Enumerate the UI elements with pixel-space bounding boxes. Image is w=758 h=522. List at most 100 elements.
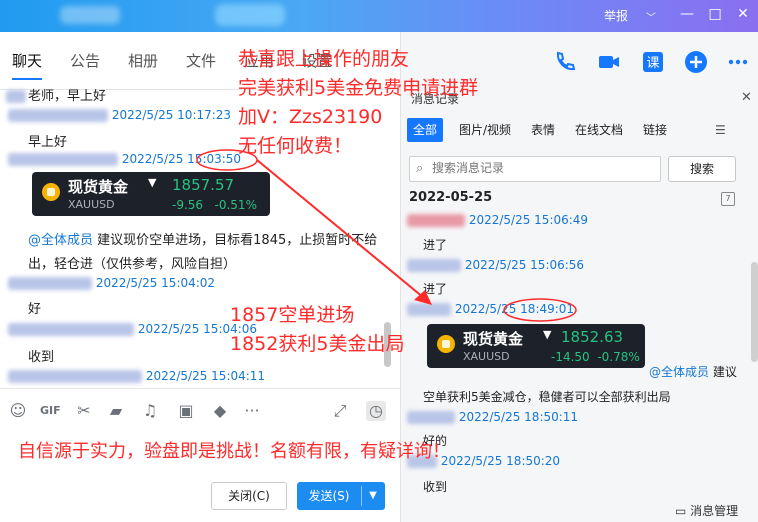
message-management-button[interactable]: ▭ 消息管理 — [675, 502, 738, 519]
message-meta: 2022/5/25 15:06:56 — [407, 258, 584, 272]
history-pane: 课 消息记录 ✕ 全部 图片/视频 表情 在线文档 链接 ☰ ⌕ 搜索 2022… — [400, 32, 758, 522]
more-icon[interactable]: ··· — [242, 401, 262, 421]
message-meta: 2022/5/25 15:04:11 — [8, 369, 265, 383]
quote-card[interactable]: 现货黄金 ▼ XAUUSD 1857.57 -9.56 -0.51% — [32, 172, 270, 216]
class-icon[interactable]: 课 — [641, 50, 665, 74]
svg-text:课: 课 — [646, 56, 659, 71]
caret-down-icon: ▼ — [148, 176, 157, 189]
tab-chat[interactable]: 聊天 — [12, 50, 43, 80]
annotation-text: 自信源于实力，验盘即是挑战！名额有限，有疑详询！ — [18, 441, 450, 462]
message-meta: 2022/5/25 15:06:49 — [407, 213, 588, 227]
message-timestamp: 2022/5/25 15:06:49 — [468, 213, 589, 227]
message-meta: 2022/5/25 18:50:11 — [407, 410, 578, 424]
quote-change: -14.50 -0.78% — [551, 350, 640, 364]
chevron-down-icon[interactable]: ﹀ — [642, 9, 660, 24]
message-timestamp: 2022/5/25 15:06:56 — [464, 258, 585, 272]
report-button[interactable]: 举报 — [604, 7, 628, 24]
search-box[interactable]: ⌕ — [409, 156, 661, 182]
annotation-text: 恭喜跟上操作的朋友 — [238, 48, 410, 70]
expand-icon[interactable]: ⤢ — [330, 401, 350, 421]
tab-announcement[interactable]: 公告 — [70, 50, 100, 71]
sender-name — [407, 259, 461, 272]
annotation-text: 1852获利5美金出局 — [230, 333, 405, 355]
close-button[interactable]: 关闭(C) — [211, 482, 287, 510]
date-header: 2022-05-25 — [409, 190, 493, 205]
image-icon[interactable]: ▣ — [176, 401, 196, 421]
annotation-text: 1857空单进场 — [230, 304, 355, 326]
annotation-text: 无任何收费！ — [238, 135, 353, 157]
emoji-icon[interactable]: ☺ — [8, 401, 28, 421]
scrollbar[interactable] — [751, 262, 758, 362]
add-icon[interactable] — [684, 50, 708, 74]
history-clock-icon[interactable]: ◷ — [366, 401, 386, 421]
blurred-title — [60, 6, 120, 24]
search-input[interactable] — [432, 161, 652, 175]
folder-icon[interactable]: ▰ — [106, 401, 126, 421]
caret-down-icon: ▼ — [543, 328, 552, 341]
chat-bubble-icon: ▭ — [675, 504, 687, 518]
message-timestamp: 2022/5/25 18:50:20 — [440, 454, 561, 468]
input-toolbar: ☺ GIF ✂ ▰ ♫ ▣ ◆ ··· ⤢ ◷ — [0, 388, 400, 432]
send-button[interactable]: 发送(S) ▼ — [297, 482, 385, 510]
quote-card[interactable]: 现货黄金 ▼ XAUUSD 1852.63 -14.50 -0.78% — [427, 324, 645, 368]
annotation-text: 加V：Zzs23190 — [238, 106, 383, 128]
sender-name — [8, 370, 142, 383]
music-icon[interactable]: ♫ — [140, 401, 160, 421]
mention-all[interactable]: @全体成员 — [649, 365, 709, 379]
sender-name — [8, 277, 92, 290]
calendar-icon[interactable]: 7 — [721, 192, 735, 206]
filter-stickers[interactable]: 表情 — [531, 118, 555, 142]
quote-name: 现货黄金 — [463, 330, 524, 348]
chat-message: 好 — [28, 302, 42, 317]
annotation-text: 完美获利5美金免费申请进群 — [238, 77, 479, 99]
search-icon: ⌕ — [416, 161, 424, 176]
record-message: 空单获利5美金减仓，稳健者可以全部获利出局 — [423, 390, 671, 404]
chat-message: 收到 — [28, 350, 55, 365]
maximize-icon[interactable]: ☐ — [706, 6, 724, 24]
filter-links[interactable]: 链接 — [643, 118, 667, 142]
bell-icon[interactable]: ◆ — [210, 401, 230, 421]
sender-name — [8, 153, 118, 166]
tab-album[interactable]: 相册 — [128, 50, 158, 71]
message-meta: 2022/5/25 18:49:01 — [407, 302, 574, 316]
quote-code: XAUUSD — [463, 350, 510, 363]
minimize-icon[interactable]: — — [678, 6, 696, 22]
gold-coin-icon — [42, 183, 60, 201]
sender-name — [407, 214, 465, 227]
close-icon[interactable]: ✕ — [734, 6, 752, 22]
message-timestamp: 2022/5/25 18:49:01 — [454, 302, 575, 316]
message-meta: 2022/5/25 15:03:50 — [8, 152, 241, 166]
gif-icon[interactable]: GIF — [40, 401, 61, 421]
more-icon[interactable] — [726, 50, 750, 74]
record-message: 进了 — [423, 238, 448, 252]
send-label: 发送(S) — [308, 489, 350, 503]
filter-docs[interactable]: 在线文档 — [575, 118, 623, 142]
message-timestamp: 2022/5/25 15:03:50 — [121, 152, 242, 166]
mention-all[interactable]: @全体成员 — [28, 233, 93, 248]
title-bar: 举报 ﹀ — ☐ ✕ — [0, 0, 758, 32]
quote-name: 现货黄金 — [68, 178, 129, 196]
scissors-icon[interactable]: ✂ — [74, 401, 94, 421]
send-options-chevron-icon[interactable]: ▼ — [363, 482, 383, 510]
message-timestamp: 2022/5/25 18:50:11 — [458, 410, 579, 424]
record-message: 收到 — [423, 480, 448, 494]
chat-message: @全体成员 建议现价空单进场，目标看1845，止损暂时不给 — [28, 233, 378, 248]
video-call-icon[interactable] — [597, 50, 621, 74]
avatar — [6, 90, 26, 103]
sender-name — [407, 303, 451, 316]
record-message: 进了 — [423, 282, 448, 296]
phone-icon[interactable] — [553, 50, 577, 74]
chat-message: 早上好 — [28, 135, 68, 150]
close-panel-icon[interactable]: ✕ — [741, 90, 752, 105]
message-meta: 2022/5/25 15:04:06 — [8, 322, 257, 336]
tab-files[interactable]: 文件 — [186, 50, 216, 71]
filter-media[interactable]: 图片/视频 — [459, 118, 511, 142]
sender-name — [8, 323, 134, 336]
blurred-title-2 — [215, 4, 285, 26]
search-button[interactable]: 搜索 — [668, 156, 736, 182]
message-timestamp: 2022/5/25 10:17:23 — [111, 108, 232, 122]
quote-code: XAUUSD — [68, 198, 115, 211]
filter-all[interactable]: 全部 — [407, 118, 444, 142]
message-meta: 2022/5/25 10:17:23 — [8, 108, 231, 122]
filter-options-icon[interactable]: ☰ — [715, 118, 726, 142]
